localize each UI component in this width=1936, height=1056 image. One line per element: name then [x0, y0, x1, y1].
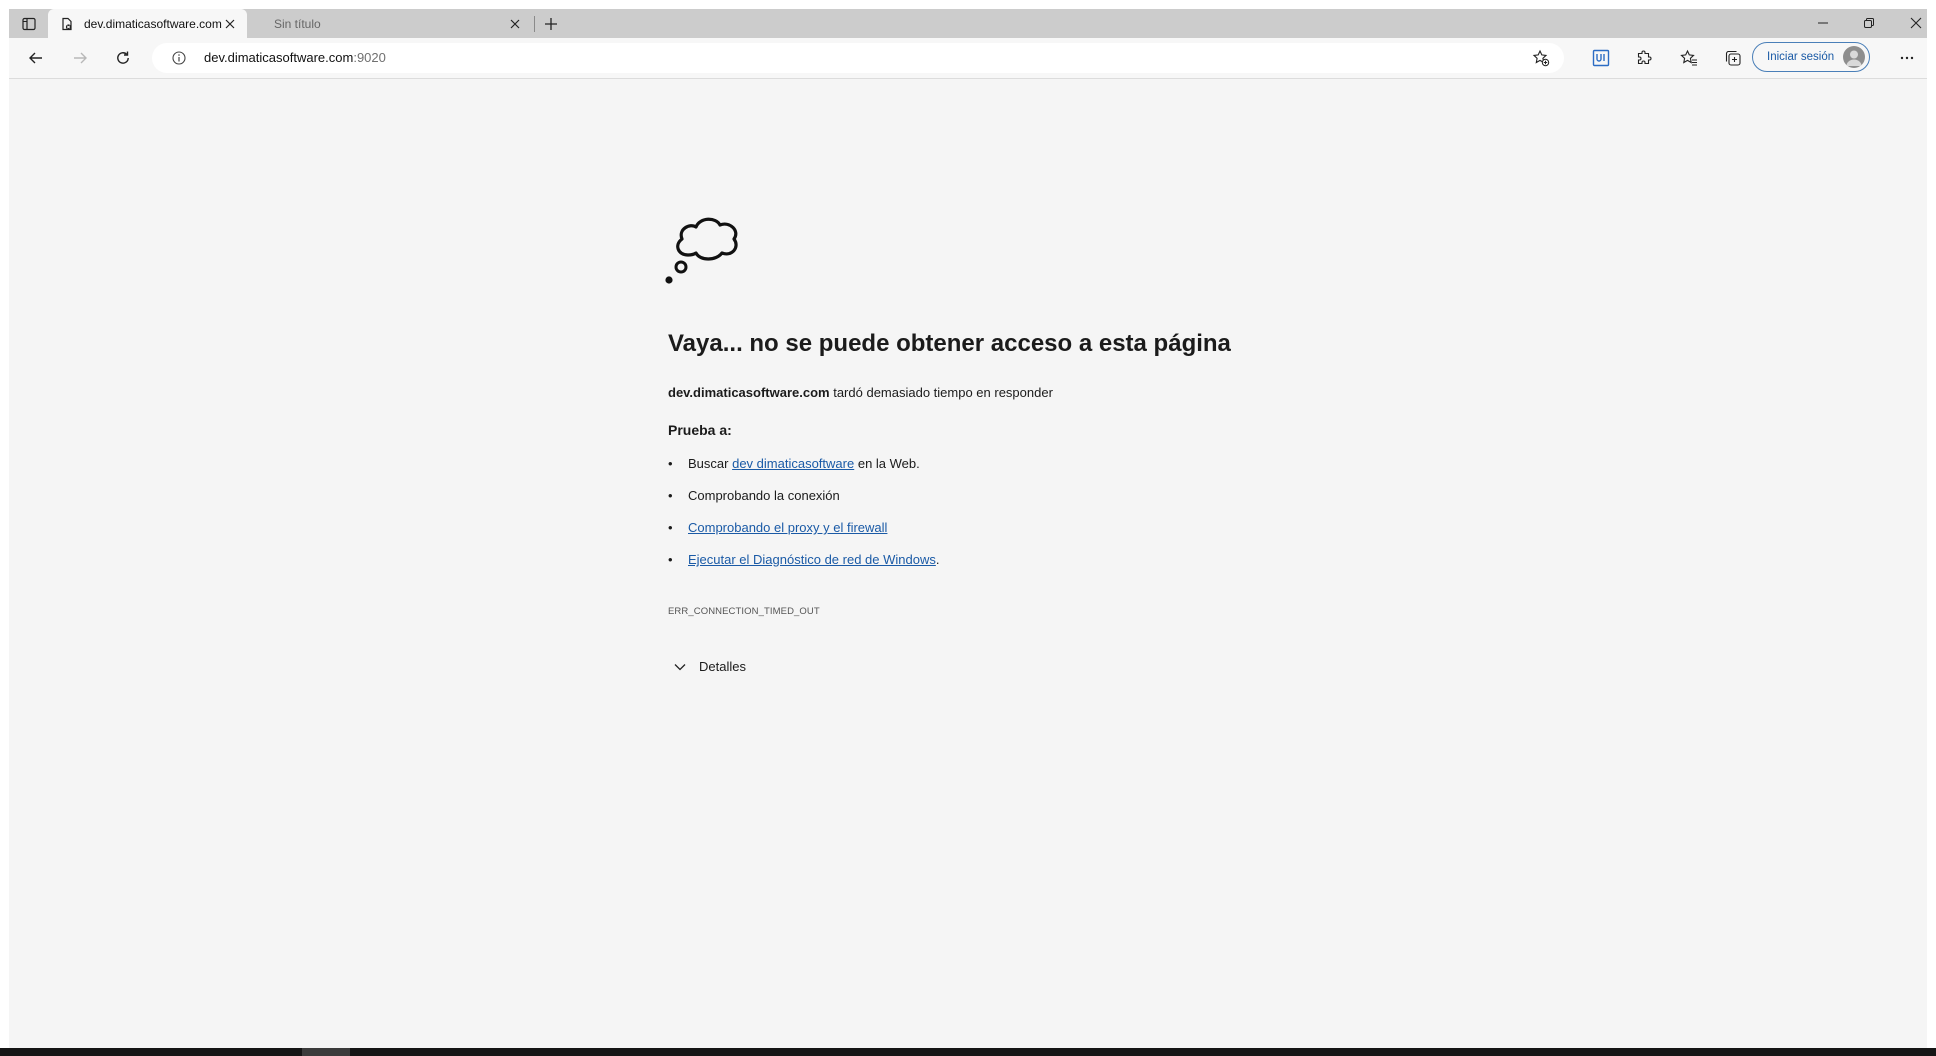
- url-host: dev.dimaticasoftware.com: [204, 50, 354, 65]
- info-icon[interactable]: [172, 51, 186, 65]
- refresh-icon[interactable]: [113, 48, 133, 68]
- sign-in-label: Iniciar sesión: [1767, 51, 1835, 63]
- suggestion-check-proxy: • Comprobando el proxy y el firewall: [668, 520, 887, 535]
- page-error-icon: [60, 17, 74, 31]
- plus-icon[interactable]: [542, 15, 560, 33]
- tab-inactive[interactable]: Sin título: [252, 9, 532, 38]
- bullet: •: [668, 520, 673, 535]
- run-diagnostics-suffix: .: [935, 552, 940, 567]
- address-bar[interactable]: dev.dimaticasoftware.com:9020: [152, 43, 1564, 73]
- ui-extension-icon[interactable]: [1591, 48, 1611, 68]
- error-message: tardó demasiado tiempo en responder: [833, 385, 1053, 400]
- tab-actions-icon[interactable]: [20, 15, 38, 33]
- details-toggle[interactable]: Detalles: [673, 659, 746, 674]
- tab-title: Sin título: [274, 16, 321, 31]
- back-arrow-icon[interactable]: [26, 48, 46, 68]
- run-diagnostics-link[interactable]: Ejecutar el Diagnóstico de red de Window…: [688, 552, 936, 567]
- taskbar: [0, 1048, 1936, 1056]
- collections-icon[interactable]: [1723, 48, 1743, 68]
- close-icon[interactable]: [508, 17, 522, 31]
- more-dots-icon[interactable]: [1897, 48, 1917, 68]
- favorites-icon[interactable]: [1679, 48, 1699, 68]
- browser-window: dev.dimaticasoftware.com Sin título dev.…: [9, 9, 1927, 1050]
- close-icon[interactable]: [1900, 13, 1927, 33]
- details-label: Detalles: [699, 659, 746, 674]
- suggestion-search: • Buscar dev dimaticasoftware en la Web.: [668, 456, 920, 471]
- check-connection-text: Comprobando la conexión: [688, 488, 840, 503]
- error-code: ERR_CONNECTION_TIMED_OUT: [668, 606, 820, 617]
- close-icon[interactable]: [223, 17, 237, 31]
- check-proxy-link[interactable]: Comprobando el proxy y el firewall: [688, 520, 887, 535]
- sign-in-button[interactable]: Iniciar sesión: [1752, 42, 1870, 72]
- suggestion-check-connection: • Comprobando la conexión: [668, 488, 840, 503]
- chevron-down-icon: [673, 660, 687, 674]
- page-content: Vaya... no se puede obtener acceso a est…: [9, 79, 1927, 1039]
- search-prefix: Buscar: [688, 456, 729, 471]
- error-description: dev.dimaticasoftware.com tardó demasiado…: [668, 385, 1053, 400]
- tab-divider: [534, 16, 535, 32]
- tab-bar: dev.dimaticasoftware.com Sin título: [9, 9, 1927, 38]
- add-favorite-icon[interactable]: [1532, 49, 1550, 67]
- forward-arrow-icon[interactable]: [70, 48, 90, 68]
- tab-active[interactable]: dev.dimaticasoftware.com: [48, 9, 247, 38]
- search-suffix: en la Web.: [857, 456, 920, 471]
- restore-icon[interactable]: [1853, 13, 1885, 33]
- error-host: dev.dimaticasoftware.com: [668, 385, 830, 400]
- suggestion-run-diagnostics: • Ejecutar el Diagnóstico de red de Windo…: [668, 552, 939, 567]
- url-text[interactable]: dev.dimaticasoftware.com:9020: [204, 50, 386, 65]
- puzzle-icon[interactable]: [1635, 48, 1655, 68]
- url-port: :9020: [353, 50, 386, 65]
- navigation-toolbar: dev.dimaticasoftware.com:9020 Iniciar se…: [9, 38, 1927, 79]
- minimize-icon[interactable]: [1807, 13, 1839, 33]
- search-web-link[interactable]: dev dimaticasoftware: [732, 456, 854, 471]
- bullet: •: [668, 456, 673, 471]
- taskbar-active-app[interactable]: [302, 1048, 350, 1056]
- tab-title: dev.dimaticasoftware.com: [84, 16, 222, 31]
- thought-cloud-icon: [664, 211, 744, 287]
- try-label: Prueba a:: [668, 422, 732, 438]
- error-title: Vaya... no se puede obtener acceso a est…: [668, 330, 1231, 357]
- avatar-icon: [1843, 46, 1865, 68]
- bullet: •: [668, 552, 673, 567]
- bullet: •: [668, 488, 673, 503]
